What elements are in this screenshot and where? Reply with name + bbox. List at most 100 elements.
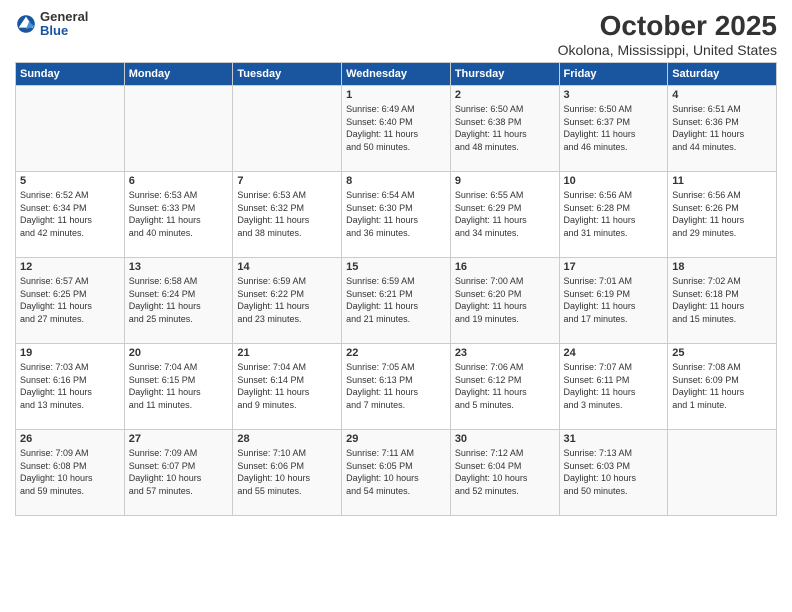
calendar-cell: 20 Sunrise: 7:04 AM Sunset: 6:15 PM Dayli…: [124, 344, 233, 430]
calendar-cell: [233, 86, 342, 172]
day-info: Sunrise: 7:07 AM Sunset: 6:11 PM Dayligh…: [564, 361, 664, 411]
calendar-cell: 7 Sunrise: 6:53 AM Sunset: 6:32 PM Daylig…: [233, 172, 342, 258]
day-info: Sunrise: 7:01 AM Sunset: 6:19 PM Dayligh…: [564, 275, 664, 325]
day-number: 20: [129, 347, 229, 359]
calendar-cell: 23 Sunrise: 7:06 AM Sunset: 6:12 PM Dayli…: [450, 344, 559, 430]
day-info: Sunrise: 6:50 AM Sunset: 6:38 PM Dayligh…: [455, 103, 555, 153]
calendar-cell: 4 Sunrise: 6:51 AM Sunset: 6:36 PM Daylig…: [668, 86, 777, 172]
day-info: Sunrise: 7:09 AM Sunset: 6:07 PM Dayligh…: [129, 447, 229, 497]
day-number: 23: [455, 347, 555, 359]
day-number: 27: [129, 433, 229, 445]
calendar-cell: 10Sunrise: 6:56 AM Sunset: 6:28 PM Dayli…: [559, 172, 668, 258]
weekday-header-sunday: Sunday: [16, 63, 125, 86]
calendar-week-2: 5 Sunrise: 6:52 AM Sunset: 6:34 PM Daylig…: [16, 172, 777, 258]
day-number: 14: [237, 261, 337, 273]
day-info: Sunrise: 6:52 AM Sunset: 6:34 PM Dayligh…: [20, 189, 120, 239]
day-number: 19: [20, 347, 120, 359]
calendar-cell: 30 Sunrise: 7:12 AM Sunset: 6:04 PM Dayli…: [450, 430, 559, 516]
day-number: 11: [672, 175, 772, 187]
day-info: Sunrise: 7:00 AM Sunset: 6:20 PM Dayligh…: [455, 275, 555, 325]
calendar-week-5: 26Sunrise: 7:09 AM Sunset: 6:08 PM Dayli…: [16, 430, 777, 516]
calendar-cell: [668, 430, 777, 516]
page-container: General Blue October 2025 Okolona, Missi…: [0, 0, 792, 526]
day-info: Sunrise: 6:57 AM Sunset: 6:25 PM Dayligh…: [20, 275, 120, 325]
calendar-cell: 8 Sunrise: 6:54 AM Sunset: 6:30 PM Daylig…: [342, 172, 451, 258]
day-info: Sunrise: 7:02 AM Sunset: 6:18 PM Dayligh…: [672, 275, 772, 325]
day-number: 7: [237, 175, 337, 187]
calendar-cell: 22 Sunrise: 7:05 AM Sunset: 6:13 PM Dayli…: [342, 344, 451, 430]
calendar-week-4: 19Sunrise: 7:03 AM Sunset: 6:16 PM Dayli…: [16, 344, 777, 430]
calendar-cell: 6 Sunrise: 6:53 AM Sunset: 6:33 PM Daylig…: [124, 172, 233, 258]
day-number: 29: [346, 433, 446, 445]
day-number: 5: [20, 175, 120, 187]
calendar-table: SundayMondayTuesdayWednesdayThursdayFrid…: [15, 62, 777, 516]
day-number: 3: [564, 89, 664, 101]
calendar-cell: 26Sunrise: 7:09 AM Sunset: 6:08 PM Dayli…: [16, 430, 125, 516]
day-info: Sunrise: 7:06 AM Sunset: 6:12 PM Dayligh…: [455, 361, 555, 411]
day-number: 16: [455, 261, 555, 273]
weekday-header-monday: Monday: [124, 63, 233, 86]
page-subtitle: Okolona, Mississippi, United States: [558, 42, 777, 58]
day-number: 25: [672, 347, 772, 359]
day-info: Sunrise: 6:49 AM Sunset: 6:40 PM Dayligh…: [346, 103, 446, 153]
day-info: Sunrise: 7:10 AM Sunset: 6:06 PM Dayligh…: [237, 447, 337, 497]
day-number: 12: [20, 261, 120, 273]
calendar-body: 1Sunrise: 6:49 AM Sunset: 6:40 PM Daylig…: [16, 86, 777, 516]
calendar-cell: [124, 86, 233, 172]
day-info: Sunrise: 7:11 AM Sunset: 6:05 PM Dayligh…: [346, 447, 446, 497]
day-number: 17: [564, 261, 664, 273]
weekday-header-thursday: Thursday: [450, 63, 559, 86]
logo: General Blue: [15, 10, 88, 39]
calendar-cell: 14 Sunrise: 6:59 AM Sunset: 6:22 PM Dayli…: [233, 258, 342, 344]
day-info: Sunrise: 7:08 AM Sunset: 6:09 PM Dayligh…: [672, 361, 772, 411]
day-number: 15: [346, 261, 446, 273]
day-number: 24: [564, 347, 664, 359]
day-info: Sunrise: 6:59 AM Sunset: 6:22 PM Dayligh…: [237, 275, 337, 325]
calendar-cell: 24 Sunrise: 7:07 AM Sunset: 6:11 PM Dayli…: [559, 344, 668, 430]
day-info: Sunrise: 6:51 AM Sunset: 6:36 PM Dayligh…: [672, 103, 772, 153]
calendar-cell: 29 Sunrise: 7:11 AM Sunset: 6:05 PM Dayli…: [342, 430, 451, 516]
calendar-cell: 28 Sunrise: 7:10 AM Sunset: 6:06 PM Dayli…: [233, 430, 342, 516]
day-number: 30: [455, 433, 555, 445]
day-info: Sunrise: 6:59 AM Sunset: 6:21 PM Dayligh…: [346, 275, 446, 325]
day-info: Sunrise: 7:12 AM Sunset: 6:04 PM Dayligh…: [455, 447, 555, 497]
weekday-header-saturday: Saturday: [668, 63, 777, 86]
logo-general-text: General: [40, 10, 88, 24]
weekday-header-wednesday: Wednesday: [342, 63, 451, 86]
day-info: Sunrise: 6:53 AM Sunset: 6:33 PM Dayligh…: [129, 189, 229, 239]
day-info: Sunrise: 7:04 AM Sunset: 6:14 PM Dayligh…: [237, 361, 337, 411]
calendar-header: SundayMondayTuesdayWednesdayThursdayFrid…: [16, 63, 777, 86]
calendar-cell: 31 Sunrise: 7:13 AM Sunset: 6:03 PM Dayli…: [559, 430, 668, 516]
calendar-cell: 21Sunrise: 7:04 AM Sunset: 6:14 PM Dayli…: [233, 344, 342, 430]
calendar-cell: 1Sunrise: 6:49 AM Sunset: 6:40 PM Daylig…: [342, 86, 451, 172]
day-info: Sunrise: 7:04 AM Sunset: 6:15 PM Dayligh…: [129, 361, 229, 411]
day-number: 8: [346, 175, 446, 187]
day-info: Sunrise: 7:13 AM Sunset: 6:03 PM Dayligh…: [564, 447, 664, 497]
day-number: 6: [129, 175, 229, 187]
day-number: 31: [564, 433, 664, 445]
day-info: Sunrise: 6:58 AM Sunset: 6:24 PM Dayligh…: [129, 275, 229, 325]
calendar-week-1: 1Sunrise: 6:49 AM Sunset: 6:40 PM Daylig…: [16, 86, 777, 172]
day-number: 26: [20, 433, 120, 445]
day-info: Sunrise: 7:05 AM Sunset: 6:13 PM Dayligh…: [346, 361, 446, 411]
day-number: 28: [237, 433, 337, 445]
calendar-cell: 25 Sunrise: 7:08 AM Sunset: 6:09 PM Dayli…: [668, 344, 777, 430]
day-info: Sunrise: 6:54 AM Sunset: 6:30 PM Dayligh…: [346, 189, 446, 239]
day-info: Sunrise: 6:56 AM Sunset: 6:28 PM Dayligh…: [564, 189, 664, 239]
calendar-cell: 2Sunrise: 6:50 AM Sunset: 6:38 PM Daylig…: [450, 86, 559, 172]
day-info: Sunrise: 6:53 AM Sunset: 6:32 PM Dayligh…: [237, 189, 337, 239]
weekday-header-friday: Friday: [559, 63, 668, 86]
day-number: 13: [129, 261, 229, 273]
day-info: Sunrise: 6:56 AM Sunset: 6:26 PM Dayligh…: [672, 189, 772, 239]
day-number: 18: [672, 261, 772, 273]
day-info: Sunrise: 6:55 AM Sunset: 6:29 PM Dayligh…: [455, 189, 555, 239]
calendar-cell: 15 Sunrise: 6:59 AM Sunset: 6:21 PM Dayli…: [342, 258, 451, 344]
day-number: 9: [455, 175, 555, 187]
header: General Blue October 2025 Okolona, Missi…: [15, 10, 777, 58]
calendar-cell: 18 Sunrise: 7:02 AM Sunset: 6:18 PM Dayli…: [668, 258, 777, 344]
day-number: 22: [346, 347, 446, 359]
weekday-header-row: SundayMondayTuesdayWednesdayThursdayFrid…: [16, 63, 777, 86]
calendar-cell: 16 Sunrise: 7:00 AM Sunset: 6:20 PM Dayli…: [450, 258, 559, 344]
day-number: 4: [672, 89, 772, 101]
logo-blue-text: Blue: [40, 24, 88, 38]
